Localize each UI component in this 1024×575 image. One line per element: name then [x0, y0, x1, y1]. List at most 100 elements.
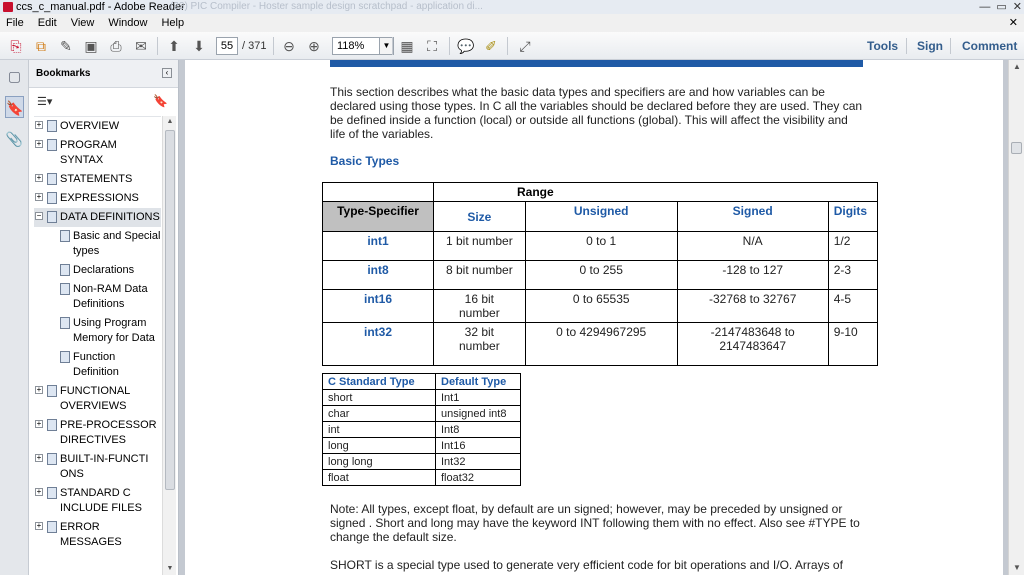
page-number-input[interactable]: 55 — [216, 37, 238, 55]
bookmarks-icon[interactable]: 🔖 — [5, 96, 24, 118]
bookmark-icon — [47, 211, 57, 223]
create-pdf-icon[interactable]: ⎘ — [6, 36, 26, 56]
scroll-up-icon[interactable]: ▲ — [1010, 60, 1024, 74]
menu-edit[interactable]: Edit — [38, 14, 57, 32]
expand-bookmark-icon[interactable]: 🔖 — [153, 94, 168, 108]
default-type-header: Default Type — [435, 373, 521, 390]
close-panel-icon[interactable]: ‹ — [162, 68, 172, 78]
menu-view[interactable]: View — [71, 14, 95, 32]
digits-header: Digits — [827, 201, 878, 232]
full-screen-icon[interactable]: ⤢ — [515, 36, 535, 56]
maximize-button[interactable]: ▭ — [996, 0, 1006, 14]
zoom-level-input[interactable]: 118% — [332, 37, 380, 55]
header-rule — [330, 60, 863, 67]
scroll-down-icon[interactable]: ▼ — [163, 563, 177, 575]
attachments-icon[interactable]: 📎 — [5, 128, 24, 150]
menu-file[interactable]: File — [6, 14, 24, 32]
background-window-tabs: (23) PIC Compiler - Hoster sample design… — [170, 1, 483, 12]
bookmark-program-memory[interactable]: Using Program Memory for Data — [34, 314, 161, 348]
c-standard-type-header: C Standard Type — [322, 373, 436, 390]
scroll-up-icon[interactable]: ▲ — [163, 116, 177, 128]
expand-icon[interactable]: + — [35, 386, 43, 394]
document-viewport: This section describes what the basic da… — [179, 60, 1008, 575]
next-page-icon[interactable]: ⬇ — [189, 36, 209, 56]
bookmark-icon — [60, 264, 70, 276]
close-document-icon[interactable]: ✕ — [1009, 14, 1018, 32]
expand-icon[interactable]: + — [35, 454, 43, 462]
short-paragraph: SHORT is a special type used to generate… — [330, 558, 843, 572]
expand-icon[interactable]: + — [35, 140, 43, 148]
minimize-button[interactable]: — — [979, 0, 990, 14]
collapse-icon[interactable]: − — [35, 212, 43, 220]
edit-document-icon[interactable]: ✎ — [56, 36, 76, 56]
expand-icon[interactable]: + — [35, 174, 43, 182]
email-icon[interactable]: ✉ — [131, 36, 151, 56]
bookmarks-panel: Bookmarks ‹ ☰▾ 🔖 + OVERVIEW + PROGRAM SYNT… — [29, 60, 179, 575]
bookmark-error-messages[interactable]: + ERROR MESSAGES — [34, 518, 161, 552]
zoom-out-icon[interactable]: ⊖ — [279, 36, 299, 56]
bookmark-icon — [47, 192, 57, 204]
expand-icon[interactable]: + — [35, 488, 43, 496]
bookmark-function-definition[interactable]: Function Definition — [34, 348, 161, 382]
bookmark-icon — [47, 385, 57, 397]
table-row: long long Int32 — [322, 453, 521, 470]
bookmark-icon — [60, 230, 70, 242]
bookmark-basic-special-types[interactable]: Basic and Special types — [34, 227, 161, 261]
expand-icon[interactable]: + — [35, 522, 43, 530]
save-icon[interactable]: ▣ — [81, 36, 101, 56]
menu-window[interactable]: Window — [108, 14, 147, 32]
bookmark-built-in-functions[interactable]: + BUILT-IN-FUNCTI ONS — [34, 450, 161, 484]
table-row: int16 16 bit number 0 to 65535 -32768 to… — [322, 289, 879, 323]
bookmark-icon — [47, 453, 57, 465]
bookmark-icon — [47, 487, 57, 499]
combine-files-icon[interactable]: ⧉ — [31, 36, 51, 56]
scrollbar-thumb[interactable] — [1011, 142, 1022, 154]
fit-width-icon[interactable]: ⛶ — [422, 36, 442, 56]
unsigned-header: Unsigned — [524, 201, 678, 232]
bookmark-icon — [47, 521, 57, 533]
expand-icon[interactable]: + — [35, 193, 43, 201]
bookmark-functional-overviews[interactable]: + FUNCTIONAL OVERVIEWS — [34, 382, 161, 416]
bookmark-list: + OVERVIEW + PROGRAM SYNTAX + STATEMENTS + E… — [34, 116, 161, 575]
table-row: long Int16 — [322, 437, 521, 454]
table-row: int32 32 bit number 0 to 4294967295 -214… — [322, 322, 879, 366]
adobe-reader-icon — [3, 2, 13, 12]
expand-icon[interactable]: + — [35, 420, 43, 428]
bookmark-preprocessor[interactable]: + PRE-PROCESSOR DIRECTIVES — [34, 416, 161, 450]
expand-icon[interactable]: + — [35, 121, 43, 129]
bookmark-icon — [60, 283, 70, 295]
menu-help[interactable]: Help — [161, 14, 184, 32]
bookmark-overview[interactable]: + OVERVIEW — [34, 117, 161, 136]
bookmark-declarations[interactable]: Declarations — [34, 261, 161, 280]
menu-bar: File Edit View Window Help — [0, 14, 1024, 32]
bookmark-standard-c-include[interactable]: + STANDARD C INCLUDE FILES — [34, 484, 161, 518]
bookmark-data-definitions[interactable]: − DATA DEFINITIONS — [34, 208, 161, 227]
signed-header: Signed — [676, 201, 829, 232]
close-window-button[interactable]: ✕ — [1013, 0, 1022, 14]
bookmark-program-syntax[interactable]: + PROGRAM SYNTAX — [34, 136, 161, 170]
print-icon[interactable]: ⎙ — [106, 36, 126, 56]
window-title: ccs_c_manual.pdf - Adobe Reader — [16, 1, 185, 13]
bookmark-non-ram-data[interactable]: Non-RAM Data Definitions — [34, 280, 161, 314]
fit-page-icon[interactable]: ▦ — [397, 36, 417, 56]
zoom-in-icon[interactable]: ⊕ — [304, 36, 324, 56]
bookmark-icon — [47, 173, 57, 185]
sticky-note-icon[interactable]: 💬 — [456, 36, 476, 56]
sign-pane-button[interactable]: Sign — [917, 32, 943, 60]
highlight-text-icon[interactable]: ✐ — [481, 36, 501, 56]
scroll-down-icon[interactable]: ▼ — [1010, 561, 1024, 575]
bookmark-icon — [60, 351, 70, 363]
note-paragraph: Note: All types, except float, by defaul… — [330, 502, 860, 544]
comment-pane-button[interactable]: Comment — [962, 32, 1017, 60]
bookmark-expressions[interactable]: + EXPRESSIONS — [34, 189, 161, 208]
tools-pane-button[interactable]: Tools — [867, 32, 898, 60]
table-row: float float32 — [322, 469, 521, 486]
page-thumbnails-icon[interactable]: ▢ — [5, 65, 24, 87]
scrollbar-thumb[interactable] — [165, 130, 175, 490]
bookmark-icon — [60, 317, 70, 329]
bookmark-statements[interactable]: + STATEMENTS — [34, 170, 161, 189]
previous-page-icon[interactable]: ⬆ — [164, 36, 184, 56]
bookmark-options-icon[interactable]: ☰▾ — [37, 95, 52, 108]
bookmarks-scrollbar[interactable]: ▲ ▼ — [162, 116, 176, 575]
document-scrollbar[interactable]: ▲ ▼ — [1008, 60, 1024, 575]
